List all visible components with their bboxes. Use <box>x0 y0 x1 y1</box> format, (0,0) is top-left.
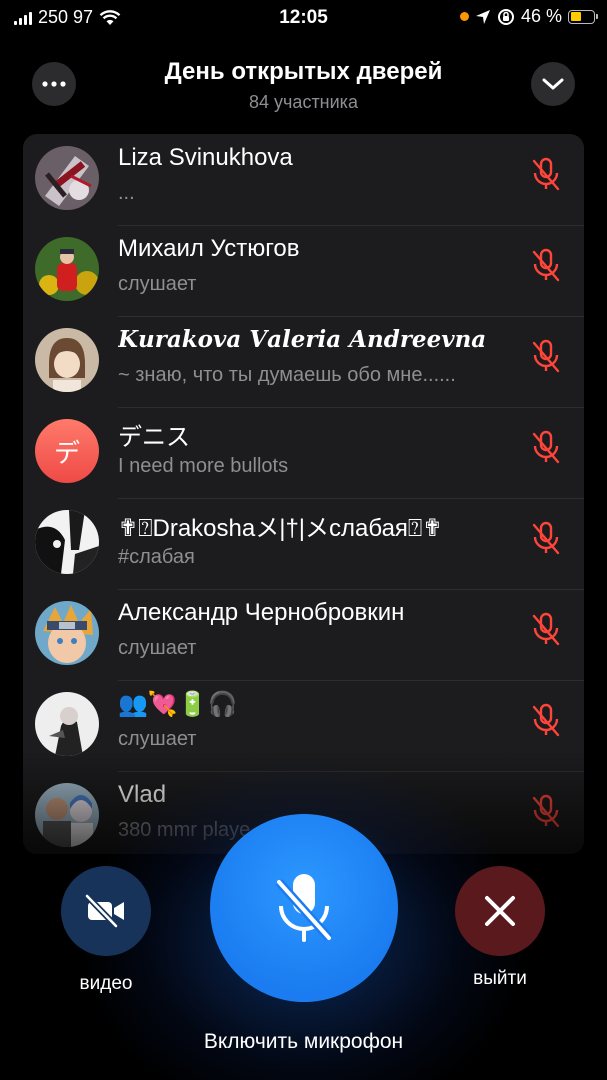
participant-status: слушает <box>118 273 197 295</box>
system-indicators: 46 % <box>459 6 598 27</box>
participants-list[interactable]: Liza Svinukhova ... Михаил Устюгов слуша… <box>23 134 584 854</box>
participant-row[interactable]: 👥💘🔋🎧 слушает <box>23 680 584 771</box>
muted-mic-icon <box>532 612 560 646</box>
avatar <box>35 601 99 665</box>
participant-row[interactable]: Александр Чернобровкин слушает <box>23 589 584 680</box>
video-label: видео <box>79 973 133 994</box>
battery-icon <box>568 9 598 24</box>
avatar <box>35 328 99 392</box>
participant-row[interactable]: Михаил Устюгов слушает <box>23 225 584 316</box>
muted-mic-icon <box>532 248 560 282</box>
participant-status: слушает <box>118 728 197 750</box>
avatar <box>35 146 99 210</box>
avatar-initial: デ <box>35 419 99 483</box>
recording-dot-icon <box>459 12 469 21</box>
status-bar: 250 97 12:05 46 % <box>0 0 607 34</box>
participant-row[interactable]: Liza Svinukhova ... <box>23 134 584 225</box>
leave-label: выйти <box>473 968 527 989</box>
muted-mic-icon <box>532 703 560 737</box>
avatar <box>35 510 99 574</box>
participant-status: ... <box>118 182 135 204</box>
orientation-lock-icon <box>497 8 514 25</box>
muted-mic-icon <box>275 874 333 942</box>
close-icon <box>485 896 515 926</box>
leave-button[interactable] <box>455 866 545 956</box>
participant-row[interactable]: デ デニス I need more bullots <box>23 407 584 498</box>
participant-status: ~ знаю, что ты думаешь обо мне...... <box>118 364 456 386</box>
avatar <box>35 237 99 301</box>
participant-name: 👥💘🔋🎧 <box>118 691 238 718</box>
muted-mic-icon <box>532 521 560 555</box>
muted-mic-icon <box>532 157 560 191</box>
microphone-caption: Включить микрофон <box>203 1030 404 1053</box>
participant-name: 𝑲𝒖𝒓𝒂𝒌𝒐𝒗𝒂 𝑽𝒂𝒍𝒆𝒓𝒊𝒂 𝑨𝒏𝒅𝒓𝒆𝒆𝒗𝒏𝒂 <box>118 326 487 353</box>
battery-percent: 46 % <box>520 6 562 26</box>
participant-status: #слабая <box>118 546 195 568</box>
call-header: День открытых дверей 84 участника <box>0 52 607 122</box>
participant-name: Александр Чернобровкин <box>118 599 405 626</box>
location-arrow-icon <box>475 9 490 24</box>
participants-count: 84 участника <box>249 92 358 112</box>
muted-mic-icon <box>532 339 560 373</box>
participant-row[interactable]: ✟⍰Drakoshaメ|†|メслабая⍰✟ #слабая <box>23 498 584 589</box>
microphone-button[interactable] <box>210 814 398 1002</box>
participant-name: Liza Svinukhova <box>118 144 293 171</box>
video-off-icon <box>84 894 124 928</box>
chevron-down-icon <box>542 78 564 90</box>
chat-title: День открытых дверей <box>164 58 443 85</box>
avatar <box>35 692 99 756</box>
participant-name: ✟⍰Drakoshaメ|†|メслабая⍰✟ <box>118 515 443 542</box>
participant-name: Vlad <box>118 781 167 808</box>
video-button[interactable] <box>61 866 151 956</box>
participant-status: слушает <box>118 637 197 659</box>
muted-mic-icon <box>532 430 560 464</box>
participant-name: デニス <box>118 424 190 451</box>
participant-status: I need more bullots <box>118 455 289 477</box>
muted-mic-icon <box>532 794 560 828</box>
collapse-button[interactable] <box>531 62 575 106</box>
avatar <box>35 783 99 847</box>
participant-name: Михаил Устюгов <box>118 235 300 262</box>
participant-row[interactable]: 𝑲𝒖𝒓𝒂𝒌𝒐𝒗𝒂 𝑽𝒂𝒍𝒆𝒓𝒊𝒂 𝑨𝒏𝒅𝒓𝒆𝒆𝒗𝒏𝒂 ~ знаю, что т… <box>23 316 584 407</box>
